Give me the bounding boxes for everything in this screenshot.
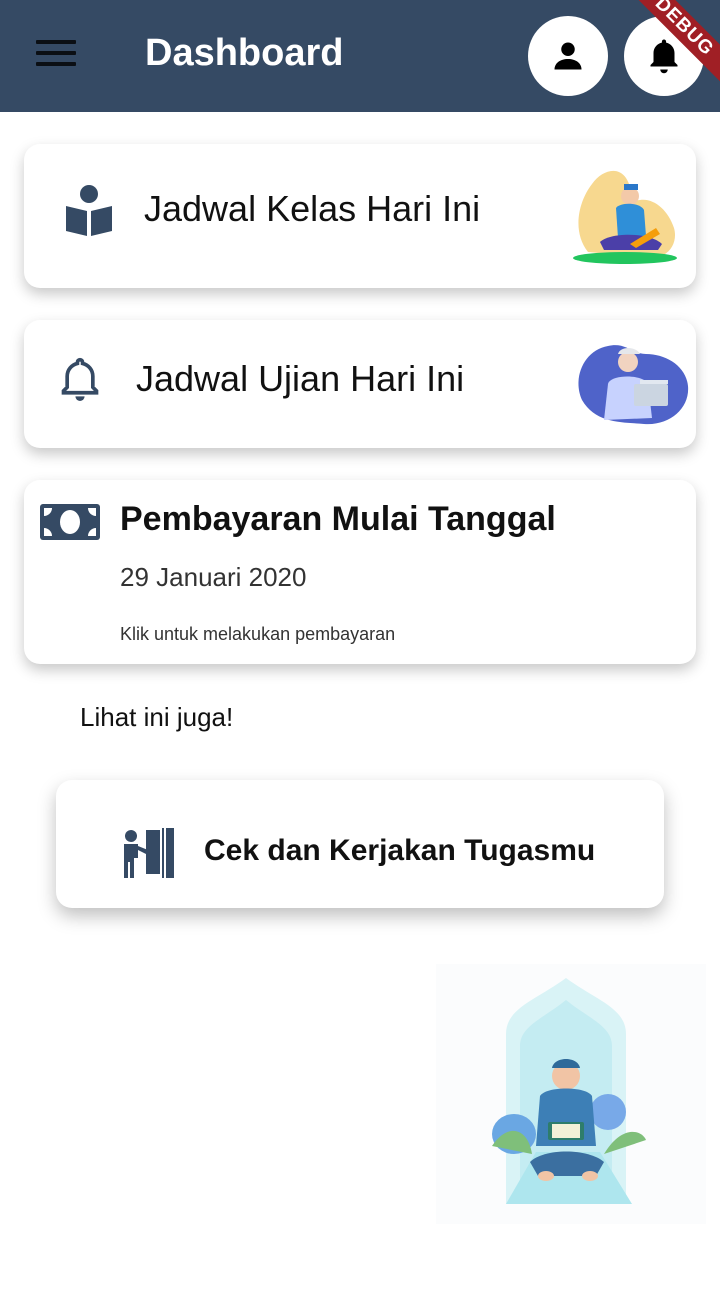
class-schedule-label: Jadwal Kelas Hari Ini [144, 188, 481, 229]
person-at-door-icon [124, 828, 174, 878]
bell-icon [650, 39, 678, 74]
class-schedule-card[interactable]: Jadwal Kelas Hari Ini [24, 144, 696, 288]
page-title: Dashboard [145, 32, 344, 74]
task-card[interactable]: Cek dan Kerjakan Tugasmu [56, 780, 664, 908]
book-reader-icon [66, 185, 112, 236]
payment-title: Pembayaran Mulai Tanggal [120, 500, 556, 538]
payment-date: 29 Januari 2020 [120, 562, 307, 592]
task-card-label: Cek dan Kerjakan Tugasmu [204, 834, 596, 867]
money-bill-icon [40, 504, 100, 540]
see-also-heading: Lihat ini juga! [80, 702, 234, 732]
menu-button[interactable] [36, 40, 76, 72]
exam-schedule-card[interactable]: Jadwal Ujian Hari Ini [24, 320, 696, 448]
student-laptop-illustration [578, 345, 689, 425]
reading-student-illustration [573, 170, 677, 264]
payment-hint: Klik untuk melakukan pembayaran [120, 624, 396, 644]
hamburger-menu-icon [36, 40, 76, 44]
bell-outline-icon [61, 357, 99, 401]
exam-schedule-label: Jadwal Ujian Hari Ini [136, 358, 465, 399]
app-bar: Dashboard DEBUG [0, 0, 720, 112]
payment-card[interactable]: Pembayaran Mulai Tanggal 29 Januari 2020… [24, 480, 696, 664]
notification-button[interactable] [624, 16, 704, 96]
profile-button[interactable] [528, 16, 608, 96]
person-icon [554, 42, 582, 70]
reading-quran-illustration [436, 964, 706, 1224]
